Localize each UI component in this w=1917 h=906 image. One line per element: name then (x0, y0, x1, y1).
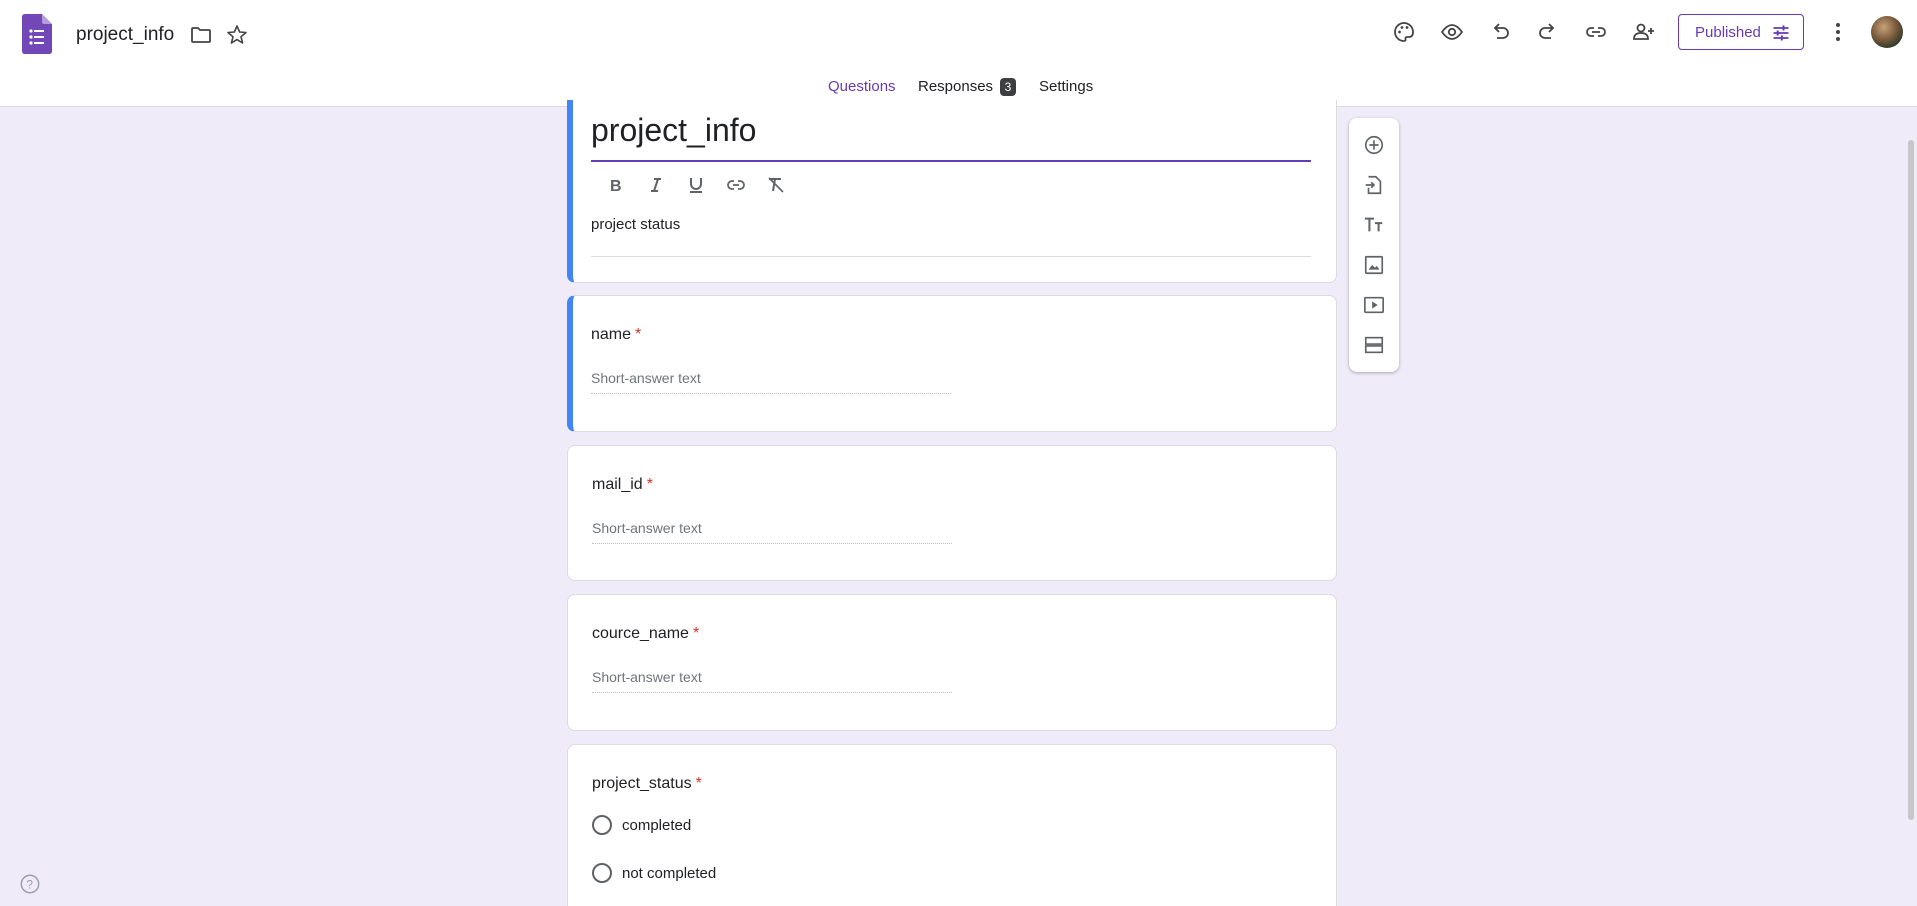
document-title[interactable]: project_info (76, 24, 174, 46)
floating-toolbar (1349, 118, 1399, 372)
format-toolbar: B (603, 172, 789, 198)
short-answer-placeholder: Short-answer text (591, 370, 951, 394)
add-person-icon[interactable] (1630, 18, 1658, 46)
avatar[interactable] (1871, 16, 1903, 48)
redo-icon[interactable] (1534, 18, 1562, 46)
tab-responses[interactable]: Responses (918, 78, 993, 95)
published-button[interactable]: Published (1678, 14, 1804, 50)
add-question-icon[interactable] (1361, 132, 1387, 158)
radio-button[interactable] (592, 815, 612, 835)
question-title: name * (591, 326, 642, 343)
question-card-cource-name[interactable]: cource_name * Short-answer text (567, 594, 1337, 731)
radio-option-not-completed[interactable]: not completed (592, 863, 716, 883)
title-underline (591, 160, 1311, 162)
question-title: project_status * (592, 775, 702, 792)
folder-icon[interactable] (187, 21, 215, 49)
radio-button[interactable] (592, 863, 612, 883)
star-icon[interactable] (223, 21, 251, 49)
link-icon[interactable] (1582, 18, 1610, 46)
question-card-name[interactable]: name * Short-answer text (567, 295, 1337, 432)
add-video-icon[interactable] (1361, 292, 1387, 318)
link-icon[interactable] (723, 172, 749, 198)
required-asterisk: * (695, 775, 702, 792)
short-answer-placeholder: Short-answer text (592, 520, 952, 544)
tab-questions[interactable]: Questions (828, 78, 896, 95)
import-questions-icon[interactable] (1361, 172, 1387, 198)
svg-text:?: ? (26, 878, 33, 892)
short-answer-placeholder: Short-answer text (592, 669, 952, 693)
responses-count-badge: 3 (1000, 78, 1016, 96)
radio-option-completed[interactable]: completed (592, 815, 691, 835)
question-card-mail-id[interactable]: mail_id * Short-answer text (567, 445, 1337, 581)
palette-icon[interactable] (1390, 18, 1418, 46)
help-icon[interactable]: ? (19, 873, 41, 895)
scrollbar[interactable] (1908, 140, 1914, 820)
add-image-icon[interactable] (1361, 252, 1387, 278)
required-asterisk: * (646, 476, 653, 493)
tab-settings[interactable]: Settings (1039, 78, 1093, 95)
underline-icon[interactable] (683, 172, 709, 198)
bold-icon[interactable]: B (603, 172, 629, 198)
question-card-project-status[interactable]: project_status * completed not completed (567, 744, 1337, 906)
undo-icon[interactable] (1486, 18, 1514, 46)
forms-logo-icon[interactable] (22, 14, 52, 54)
tune-icon (1773, 25, 1789, 41)
option-label: completed (622, 816, 692, 834)
italic-icon[interactable] (643, 172, 669, 198)
description-underline (591, 256, 1311, 257)
question-title: cource_name * (592, 625, 700, 642)
add-title-icon[interactable] (1361, 212, 1387, 238)
required-asterisk: * (692, 625, 700, 642)
more-vert-icon[interactable] (1824, 18, 1852, 46)
form-header-card[interactable]: project_info B project status (567, 100, 1337, 283)
eye-icon[interactable] (1438, 18, 1466, 46)
question-title: mail_id * (592, 476, 653, 493)
clear-format-icon[interactable] (763, 172, 789, 198)
required-asterisk: * (635, 326, 642, 343)
svg-text:B: B (610, 178, 622, 195)
published-label: Published (1695, 23, 1761, 41)
option-label: not completed (622, 864, 717, 882)
add-section-icon[interactable] (1361, 332, 1387, 358)
form-title[interactable]: project_info (591, 112, 756, 149)
app-header: project_info Published Questions Respons… (0, 0, 1917, 107)
form-description[interactable]: project status (591, 216, 680, 233)
